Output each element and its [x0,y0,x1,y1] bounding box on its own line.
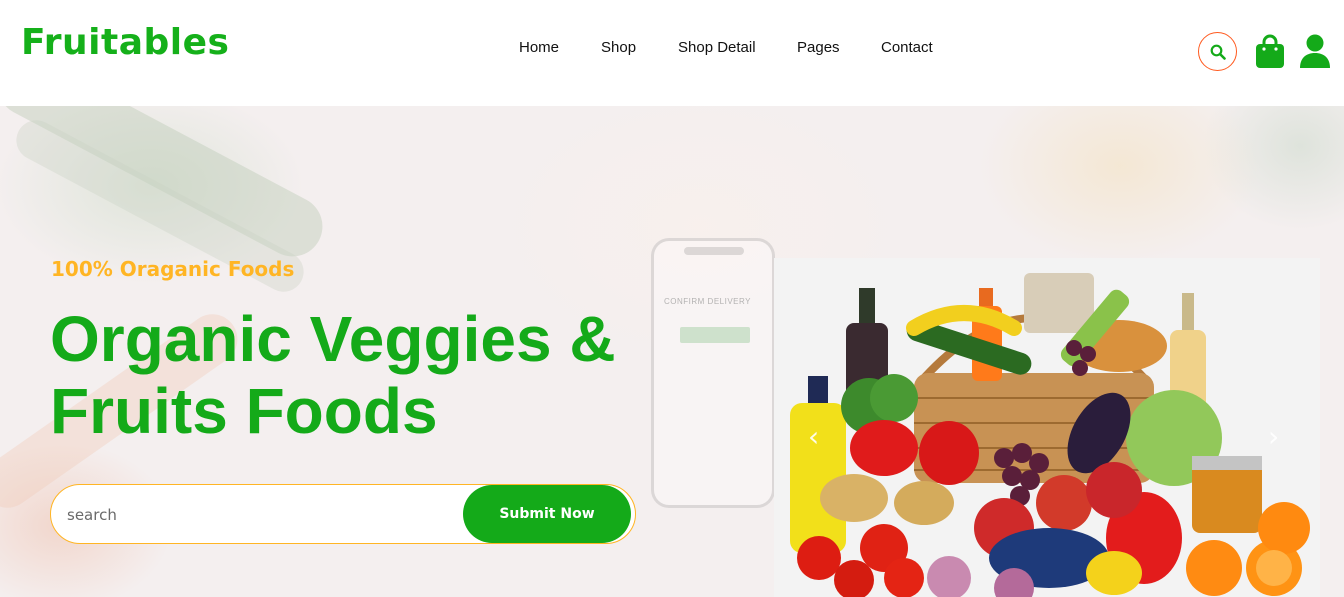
hero-tagline: 100% Oraganic Foods [51,257,295,281]
hero-headline-line2: Fruits Foods [50,375,438,447]
hero-search-input[interactable] [67,502,447,528]
user-icon[interactable] [1299,34,1331,68]
phone-button-shape [680,327,750,343]
carousel-next-arrow[interactable]: › [1268,420,1279,453]
site-header: Fruitables Home Shop Shop Detail Pages C… [0,0,1344,106]
nav-item-contact[interactable]: Contact [881,39,933,56]
hero-headline-line1: Organic Veggies & [50,303,616,375]
search-icon [1210,44,1226,60]
header-search-button[interactable] [1198,32,1237,71]
fruit-basket-image [774,258,1320,597]
nav-item-pages[interactable]: Pages [797,39,840,56]
hero-headline: Organic Veggies & Fruits Foods [50,303,690,447]
shopping-bag-icon[interactable] [1255,33,1285,69]
phone-notch [684,247,744,255]
nav-item-shop-detail[interactable]: Shop Detail [678,39,756,56]
hero-search-form: Submit Now [50,484,636,544]
submit-now-button[interactable]: Submit Now [463,485,631,543]
brand-logo[interactable]: Fruitables [21,22,229,63]
nav-item-shop[interactable]: Shop [601,39,636,56]
nav-item-home[interactable]: Home [519,39,559,56]
hero-carousel-image [774,258,1320,597]
carousel-prev-arrow[interactable]: ‹ [808,420,819,453]
